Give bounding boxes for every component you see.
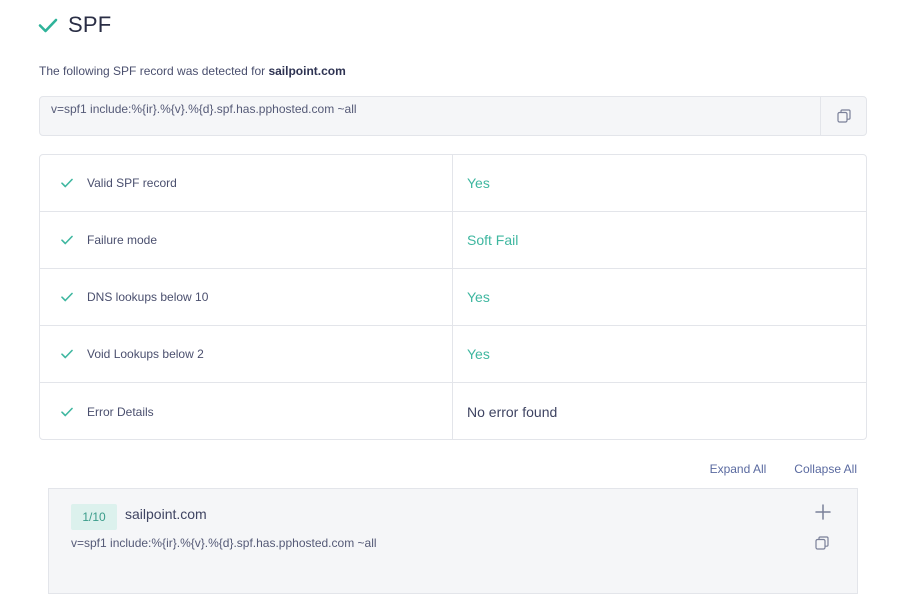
check-icon: [38, 18, 58, 33]
lookup-count-badge: 1/10: [71, 504, 117, 530]
copy-icon: [836, 109, 851, 123]
spf-record-box: v=spf1 include:%{ir}.%{v}.%{d}.spf.has.p…: [39, 96, 867, 136]
check-label: Valid SPF record: [87, 176, 177, 190]
lookup-record: v=spf1 include:%{ir}.%{v}.%{d}.spf.has.p…: [71, 536, 377, 550]
lookup-domain: sailpoint.com: [125, 506, 207, 522]
expand-collapse-links: Expand All Collapse All: [710, 462, 857, 476]
expand-all-link[interactable]: Expand All: [710, 462, 767, 476]
check-label-cell: Error Details: [40, 383, 453, 440]
detected-message: The following SPF record was detected fo…: [39, 64, 346, 78]
check-row: Failure mode Soft Fail: [40, 212, 866, 269]
check-value: Yes: [467, 346, 490, 362]
check-label-cell: Valid SPF record: [40, 155, 453, 211]
copy-icon[interactable]: [815, 536, 829, 550]
copy-record-button[interactable]: [820, 97, 866, 135]
check-icon: [61, 349, 73, 359]
check-label-cell: DNS lookups below 10: [40, 269, 453, 325]
plus-icon[interactable]: [815, 504, 831, 520]
spf-record-text[interactable]: v=spf1 include:%{ir}.%{v}.%{d}.spf.has.p…: [51, 102, 357, 116]
check-value: Soft Fail: [467, 232, 519, 248]
check-label-cell: Failure mode: [40, 212, 453, 268]
check-row: Void Lookups below 2 Yes: [40, 326, 866, 383]
page-title: SPF: [68, 12, 112, 37]
check-row: Error Details No error found: [40, 383, 866, 440]
check-value: Yes: [467, 289, 490, 305]
check-row: Valid SPF record Yes: [40, 155, 866, 212]
check-label: Void Lookups below 2: [87, 347, 204, 361]
spf-checks-table: Valid SPF record Yes Failure mode Soft F…: [39, 154, 867, 440]
check-value: No error found: [467, 403, 558, 420]
check-row: DNS lookups below 10 Yes: [40, 269, 866, 326]
check-icon: [61, 178, 73, 188]
check-label: DNS lookups below 10: [87, 290, 209, 304]
check-label: Failure mode: [87, 233, 158, 247]
check-label-cell: Void Lookups below 2: [40, 326, 453, 382]
collapse-all-link[interactable]: Collapse All: [794, 462, 857, 476]
check-icon: [61, 407, 73, 416]
spf-header: SPF: [38, 12, 111, 38]
check-label: Error Details: [87, 404, 154, 419]
detected-domain: sailpoint.com: [268, 64, 346, 78]
detected-prefix: The following SPF record was detected fo…: [39, 64, 269, 78]
lookup-card: 1/10 sailpoint.com v=spf1 include:%{ir}.…: [48, 488, 858, 594]
check-icon: [61, 292, 73, 302]
check-icon: [61, 235, 73, 245]
check-value: Yes: [467, 175, 490, 191]
